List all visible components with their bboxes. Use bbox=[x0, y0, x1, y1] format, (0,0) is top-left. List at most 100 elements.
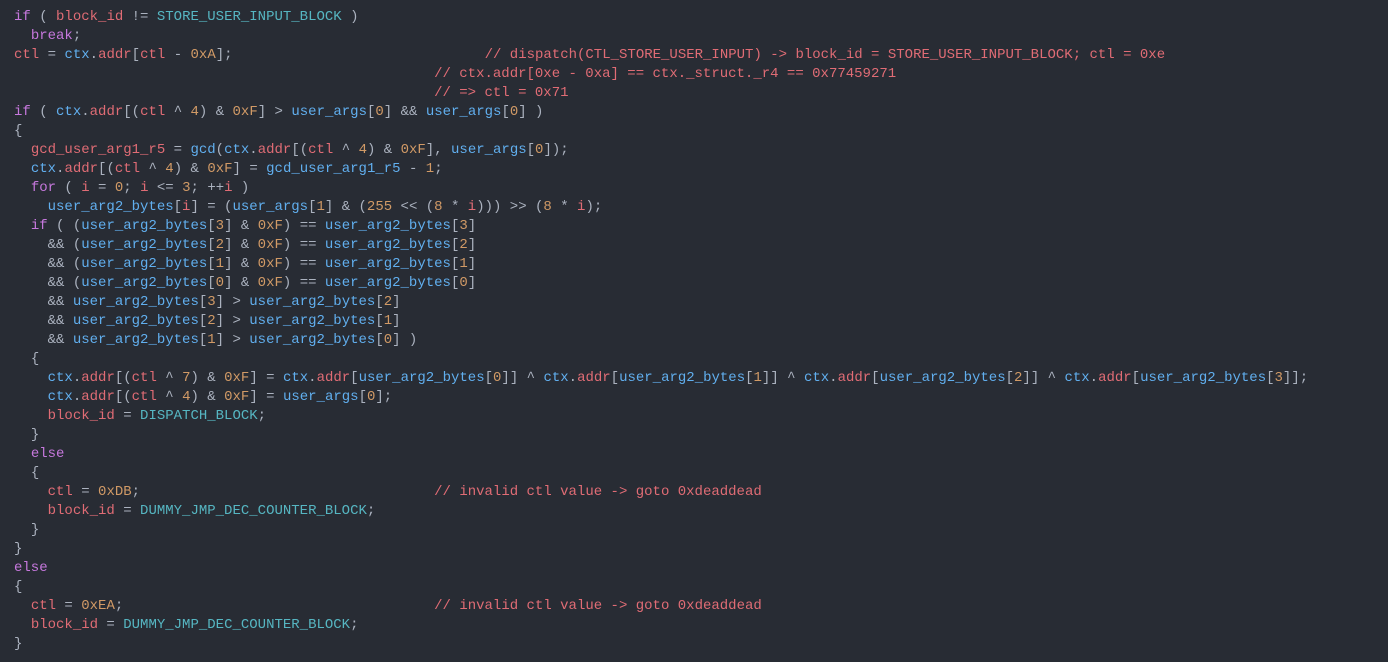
token-op: = bbox=[165, 142, 190, 158]
token-op: = bbox=[115, 408, 140, 424]
code-line: break; bbox=[14, 27, 1374, 46]
token-fn: user_arg2_bytes bbox=[249, 332, 375, 348]
token-op: [ bbox=[207, 237, 215, 253]
token-op: ; bbox=[258, 408, 266, 424]
code-line: ctl = ctx.addr[ctl - 0xA]; // dispatch(C… bbox=[14, 46, 1374, 65]
token-kw: break bbox=[31, 28, 73, 44]
token-op: ^ bbox=[140, 161, 165, 177]
token-fn: user_arg2_bytes bbox=[81, 275, 207, 291]
token-op: ] bbox=[392, 294, 400, 310]
token-fn: ctx bbox=[224, 142, 249, 158]
token-id: addr bbox=[1098, 370, 1132, 386]
token-op: ] = ( bbox=[190, 199, 232, 215]
token-fn: user_args bbox=[232, 199, 308, 215]
code-line: gcd_user_arg1_r5 = gcd(ctx.addr[(ctl ^ 4… bbox=[14, 141, 1374, 160]
token-fn: gcd bbox=[190, 142, 215, 158]
token-op: - bbox=[401, 161, 426, 177]
token-op: ] bbox=[468, 275, 476, 291]
token-op: ) == bbox=[283, 218, 325, 234]
token-fn: ctx bbox=[56, 104, 81, 120]
token-fn: user_args bbox=[426, 104, 502, 120]
code-line: { bbox=[14, 122, 1374, 141]
token-fn: user_arg2_bytes bbox=[1140, 370, 1266, 386]
token-op: { bbox=[14, 123, 22, 139]
code-line: { bbox=[14, 350, 1374, 369]
token-op: ; bbox=[123, 180, 140, 196]
token-op: ^ bbox=[333, 142, 358, 158]
token-op: ))) >> ( bbox=[476, 199, 543, 215]
token-num: 0xA bbox=[191, 47, 216, 63]
token-op: ] = bbox=[249, 389, 283, 405]
token-fn: user_arg2_bytes bbox=[48, 199, 174, 215]
token-num: 1 bbox=[459, 256, 467, 272]
code-line: { bbox=[14, 578, 1374, 597]
token-num: 255 bbox=[367, 199, 392, 215]
token-op: ; bbox=[73, 28, 81, 44]
token-op: [( bbox=[123, 104, 140, 120]
token-op: } bbox=[31, 427, 39, 443]
token-con: DUMMY_JMP_DEC_COUNTER_BLOCK bbox=[140, 503, 367, 519]
token-fn: user_arg2_bytes bbox=[73, 313, 199, 329]
token-op: [ bbox=[485, 370, 493, 386]
token-fn: ctx bbox=[804, 370, 829, 386]
code-line: user_arg2_bytes[i] = (user_args[1] & (25… bbox=[14, 198, 1374, 217]
token-op: ] & bbox=[224, 256, 258, 272]
token-op: } bbox=[31, 522, 39, 538]
code-line: } bbox=[14, 540, 1374, 559]
token-op: . bbox=[73, 370, 81, 386]
code-line: ctx.addr[(ctl ^ 7) & 0xF] = ctx.addr[use… bbox=[14, 369, 1374, 388]
token-op: ] > bbox=[258, 104, 292, 120]
token-op: . bbox=[90, 47, 98, 63]
token-op: ; ++ bbox=[191, 180, 225, 196]
token-fn: user_arg2_bytes bbox=[325, 256, 451, 272]
token-id: addr bbox=[258, 142, 292, 158]
code-line: block_id = DUMMY_JMP_DEC_COUNTER_BLOCK; bbox=[14, 502, 1374, 521]
code-line: && user_arg2_bytes[2] > user_arg2_bytes[… bbox=[14, 312, 1374, 331]
token-op: ) == bbox=[283, 237, 325, 253]
token-id: addr bbox=[90, 104, 124, 120]
token-op: * bbox=[443, 199, 468, 215]
token-op: = bbox=[90, 180, 115, 196]
token-id: ctl bbox=[48, 484, 73, 500]
code-line: block_id = DISPATCH_BLOCK; bbox=[14, 407, 1374, 426]
token-op: ^ bbox=[157, 370, 182, 386]
token-op: [( bbox=[98, 161, 115, 177]
token-num: 1 bbox=[317, 199, 325, 215]
code-line: for ( i = 0; i <= 3; ++i ) bbox=[14, 179, 1374, 198]
token-op: [( bbox=[115, 389, 132, 405]
code-line: && user_arg2_bytes[3] > user_arg2_bytes[… bbox=[14, 293, 1374, 312]
token-num: 7 bbox=[182, 370, 190, 386]
token-op: ], bbox=[426, 142, 451, 158]
token-num: 0xDB bbox=[98, 484, 132, 500]
token-op: = bbox=[39, 47, 64, 63]
token-num: 3 bbox=[216, 218, 224, 234]
token-op: = bbox=[98, 617, 123, 633]
token-op: ( bbox=[31, 104, 56, 120]
token-num: 1 bbox=[426, 161, 434, 177]
token-op: ) & bbox=[174, 161, 208, 177]
token-num: 0xF bbox=[224, 370, 249, 386]
token-op: ) == bbox=[283, 256, 325, 272]
token-op: . bbox=[569, 370, 577, 386]
token-fn: ctx bbox=[543, 370, 568, 386]
token-op: ) bbox=[342, 9, 359, 25]
token-fn: user_arg2_bytes bbox=[81, 256, 207, 272]
token-num: 4 bbox=[191, 104, 199, 120]
token-id: i bbox=[224, 180, 232, 196]
token-op: } bbox=[14, 541, 22, 557]
token-op: - bbox=[165, 47, 190, 63]
token-op: ]; bbox=[216, 47, 233, 63]
token-id: i bbox=[468, 199, 476, 215]
token-op: ) & bbox=[191, 370, 225, 386]
token-kw: if bbox=[14, 9, 31, 25]
code-line: ctx.addr[(ctl ^ 4) & 0xF] = user_args[0]… bbox=[14, 388, 1374, 407]
token-kw: else bbox=[14, 560, 48, 576]
token-op: ) bbox=[233, 180, 250, 196]
token-op: && bbox=[48, 332, 73, 348]
token-op: = bbox=[115, 503, 140, 519]
code-line: } bbox=[14, 426, 1374, 445]
token-op: ] > bbox=[216, 294, 250, 310]
token-op: [ bbox=[207, 275, 215, 291]
code-line: } bbox=[14, 635, 1374, 654]
token-fn: ctx bbox=[31, 161, 56, 177]
